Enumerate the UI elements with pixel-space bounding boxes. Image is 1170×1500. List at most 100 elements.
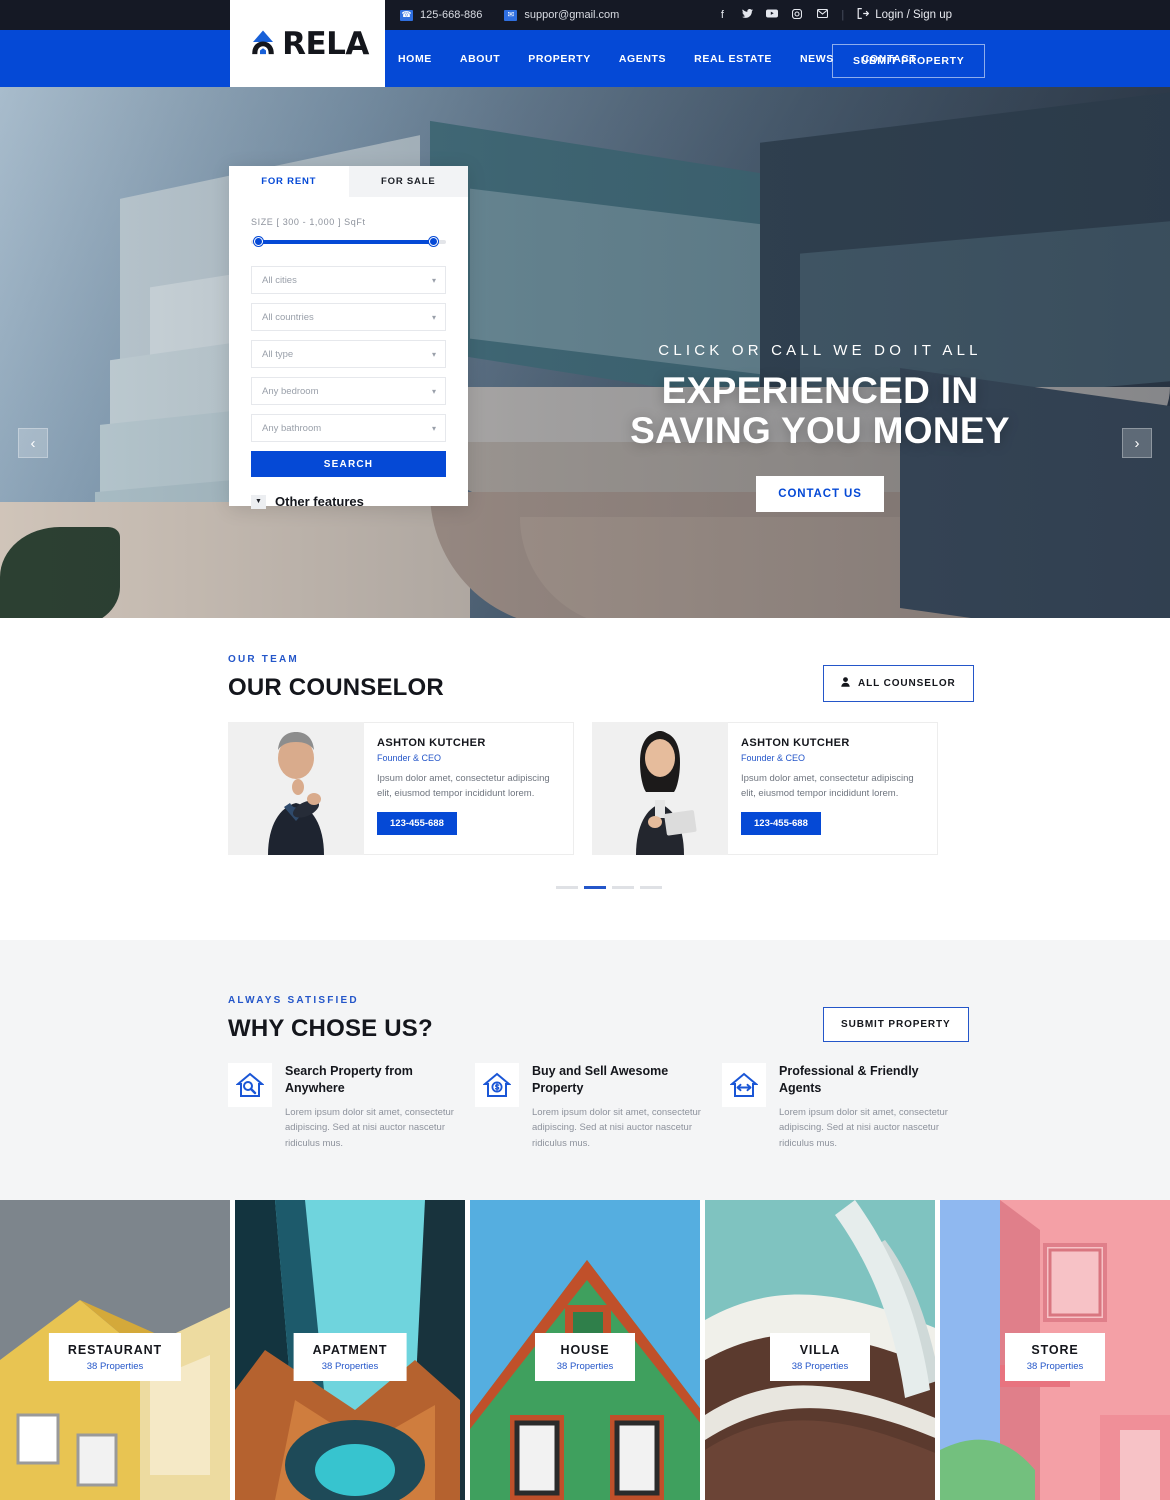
select-type-value: All type xyxy=(262,348,294,360)
carousel-dot-active[interactable] xyxy=(584,886,606,889)
facebook-icon[interactable]: f xyxy=(716,9,728,21)
chevron-down-icon: ▾ xyxy=(431,387,436,396)
category-label[interactable]: RESTAURANT 38 Properties xyxy=(48,1333,182,1381)
slider-handle-min[interactable] xyxy=(254,237,263,246)
instagram-icon[interactable] xyxy=(791,8,803,22)
why-feature-desc: Lorem ipsum dolor sit amet, consectetur … xyxy=(285,1106,454,1150)
select-country[interactable]: All countries ▾ xyxy=(251,303,446,331)
male-agent-photo xyxy=(228,722,364,855)
phone-contact[interactable]: ☎ 125-668-886 xyxy=(400,9,482,21)
category-card-villa[interactable]: VILLA 38 Properties xyxy=(705,1200,935,1500)
counselor-name: ASHTON KUTCHER xyxy=(741,737,850,749)
counselor-title: OUR COUNSELOR xyxy=(228,674,444,701)
category-card-apartment[interactable]: APATMENT 38 Properties xyxy=(235,1200,465,1500)
login-signup-link[interactable]: Login / Sign up xyxy=(857,8,952,22)
select-bedroom[interactable]: Any bedroom ▾ xyxy=(251,377,446,405)
search-tabs: FOR RENT FOR SALE xyxy=(229,166,468,197)
counselor-card[interactable]: ASHTON KUTCHER Founder & CEO Ipsum dolor… xyxy=(592,722,938,855)
slider-handle-max[interactable] xyxy=(429,237,438,246)
category-label[interactable]: STORE 38 Properties xyxy=(1005,1333,1105,1381)
submit-property-nav-button[interactable]: SUBMIT PROPERTY xyxy=(832,44,986,78)
select-type[interactable]: All type ▾ xyxy=(251,340,446,368)
category-title: HOUSE xyxy=(560,1343,610,1357)
slider-fill xyxy=(257,240,434,244)
property-search-panel: FOR RENT FOR SALE SIZE [ 300 - 1,000 ] S… xyxy=(229,166,468,509)
category-label[interactable]: VILLA 38 Properties xyxy=(770,1333,870,1381)
category-label[interactable]: HOUSE 38 Properties xyxy=(535,1333,635,1381)
category-card-house[interactable]: HOUSE 38 Properties xyxy=(470,1200,700,1500)
top-bar: ☎ 125-668-886 ✉ suppor@gmail.com f | Log… xyxy=(0,0,1170,30)
nav-item-real-estate[interactable]: REAL ESTATE xyxy=(694,53,772,65)
counselor-heading: OUR TEAM OUR COUNSELOR xyxy=(228,654,444,702)
counselor-phone-button[interactable]: 123-455-688 xyxy=(741,812,821,836)
all-counselor-button[interactable]: ALL COUNSELOR xyxy=(823,665,974,702)
all-counselor-label: ALL COUNSELOR xyxy=(858,678,956,689)
size-range-slider[interactable] xyxy=(251,237,446,246)
counselor-section: OUR TEAM OUR COUNSELOR ALL COUNSELOR ASH… xyxy=(0,618,1170,940)
category-card-restaurant[interactable]: RESTAURANT 38 Properties xyxy=(0,1200,230,1500)
nav-item-about[interactable]: ABOUT xyxy=(460,53,500,65)
select-bathroom-value: Any bathroom xyxy=(262,422,322,434)
why-feature-item: Search Property from Anywhere Lorem ipsu… xyxy=(228,1063,455,1152)
counselor-card[interactable]: ASHTON KUTCHER Founder & CEO Ipsum dolor… xyxy=(228,722,574,855)
property-category-gallery: RESTAURANT 38 Properties APATMENT 38 Pro… xyxy=(0,1200,1170,1500)
select-city[interactable]: All cities ▾ xyxy=(251,266,446,294)
why-feature-desc: Lorem ipsum dolor sit amet, consectetur … xyxy=(532,1106,701,1150)
twitter-icon[interactable] xyxy=(741,8,753,21)
top-bar-right: f | Login / Sign up xyxy=(716,0,952,30)
counselor-name: ASHTON KUTCHER xyxy=(377,737,486,749)
nav-item-property[interactable]: PROPERTY xyxy=(528,53,591,65)
hero-title-line2: SAVING YOU MONEY xyxy=(630,409,1010,451)
search-button[interactable]: SEARCH xyxy=(251,451,446,477)
why-feature-list: Search Property from Anywhere Lorem ipsu… xyxy=(228,1063,949,1152)
select-bathroom[interactable]: Any bathroom ▾ xyxy=(251,414,446,442)
counselor-kicker: OUR TEAM xyxy=(228,654,299,665)
hero-kicker: CLICK OR CALL WE DO IT ALL xyxy=(658,342,982,359)
category-title: VILLA xyxy=(799,1343,841,1357)
category-card-store[interactable]: STORE 38 Properties xyxy=(940,1200,1170,1500)
carousel-dot[interactable] xyxy=(612,886,634,889)
counselor-card-info: ASHTON KUTCHER Founder & CEO Ipsum dolor… xyxy=(364,722,574,855)
category-count: 38 Properties xyxy=(791,1361,849,1372)
why-feature-desc: Lorem ipsum dolor sit amet, consectetur … xyxy=(779,1106,948,1150)
why-choose-us-section: ALWAYS SATISFIED WHY CHOSE US? SUBMIT PR… xyxy=(0,940,1170,1200)
chevron-down-icon: ▾ xyxy=(431,350,436,359)
why-feature-title: Buy and Sell Awesome Property xyxy=(532,1064,669,1095)
chevron-down-icon: ▾ xyxy=(431,276,436,285)
why-feature-title: Professional & Friendly Agents xyxy=(779,1064,919,1095)
select-bedroom-value: Any bedroom xyxy=(262,385,319,397)
chevron-left-icon[interactable]: ‹ xyxy=(18,428,48,458)
email-contact[interactable]: ✉ suppor@gmail.com xyxy=(504,9,619,21)
nav-item-home[interactable]: HOME xyxy=(398,53,432,65)
carousel-dot[interactable] xyxy=(640,886,662,889)
category-label[interactable]: APATMENT 38 Properties xyxy=(293,1333,407,1381)
hero-content: CLICK OR CALL WE DO IT ALL EXPERIENCED I… xyxy=(470,342,1170,512)
category-title: RESTAURANT xyxy=(67,1343,163,1357)
category-count: 38 Properties xyxy=(321,1361,379,1372)
counselor-phone-button[interactable]: 123-455-688 xyxy=(377,812,457,836)
email-address: suppor@gmail.com xyxy=(524,9,620,21)
logo[interactable]: RELA xyxy=(230,0,385,87)
hero-slider: CLICK OR CALL WE DO IT ALL EXPERIENCED I… xyxy=(0,87,1170,618)
other-features-toggle[interactable]: ▼ Other features xyxy=(251,494,446,509)
category-count: 38 Properties xyxy=(556,1361,614,1372)
carousel-dot[interactable] xyxy=(556,886,578,889)
nav-item-news[interactable]: NEWS xyxy=(800,53,834,65)
nav-item-agents[interactable]: AGENTS xyxy=(619,53,666,65)
counselor-role: Founder & CEO xyxy=(377,753,442,763)
house-logo-icon xyxy=(246,29,280,59)
category-title: APATMENT xyxy=(312,1343,388,1357)
size-range-label: SIZE [ 300 - 1,000 ] SqFt xyxy=(251,217,366,227)
counselor-cards: ASHTON KUTCHER Founder & CEO Ipsum dolor… xyxy=(228,722,938,855)
hero-contact-us-button[interactable]: CONTACT US xyxy=(756,475,884,512)
tab-for-sale[interactable]: FOR SALE xyxy=(348,166,468,197)
category-count: 38 Properties xyxy=(1026,1361,1084,1372)
counselor-desc: Ipsum dolor amet, consectetur adipiscing… xyxy=(377,773,550,799)
youtube-icon[interactable] xyxy=(766,9,779,21)
counselor-desc: Ipsum dolor amet, consectetur adipiscing… xyxy=(741,773,914,799)
phone-number: 125-668-886 xyxy=(420,9,483,21)
submit-property-button[interactable]: SUBMIT PROPERTY xyxy=(823,1007,969,1042)
envelope-icon[interactable] xyxy=(816,8,828,21)
chevron-right-icon[interactable]: › xyxy=(1122,428,1152,458)
tab-for-rent[interactable]: FOR RENT xyxy=(229,166,349,197)
